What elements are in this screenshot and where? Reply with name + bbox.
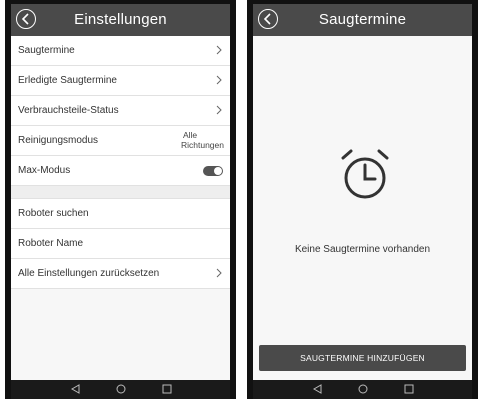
reinigungsmodus-value-line1: Alle: [182, 130, 198, 140]
schedule-app-bar: Saugtermine: [253, 4, 472, 36]
chevron-right-icon: [216, 268, 222, 278]
schedule-screen: Saugtermine Keine Saugtermine vorhanden …: [253, 4, 472, 380]
settings-item-label: Roboter suchen: [18, 208, 89, 219]
square-recent-icon[interactable]: [404, 384, 414, 394]
page-title: Einstellungen: [74, 11, 167, 28]
settings-item-reinigungsmodus[interactable]: Reinigungsmodus Alle Richtungen: [11, 126, 230, 156]
reinigungsmodus-value: Alle Richtungen: [181, 130, 224, 150]
settings-item-reset-all[interactable]: Alle Einstellungen zurücksetzen: [11, 259, 230, 289]
settings-item-max-modus: Max-Modus: [11, 156, 230, 186]
section-divider: [11, 186, 230, 199]
settings-item-label: Saugtermine: [18, 45, 75, 56]
settings-item-label: Reinigungsmodus: [18, 135, 99, 146]
settings-item-label: Alle Einstellungen zurücksetzen: [18, 268, 160, 279]
triangle-back-icon[interactable]: [71, 384, 81, 394]
alarm-clock-icon: [341, 149, 389, 199]
square-recent-icon[interactable]: [162, 384, 172, 394]
reinigungsmodus-value-line2: Richtungen: [180, 140, 224, 150]
settings-item-saugtermine[interactable]: Saugtermine: [11, 36, 230, 66]
settings-item-label: Erledigte Saugtermine: [18, 75, 117, 86]
toggle-knob: [214, 167, 222, 175]
chevron-right-icon: [216, 45, 222, 55]
chevron-right-icon: [216, 105, 222, 115]
circle-home-icon[interactable]: [358, 384, 368, 394]
settings-item-erledigte-saugtermine[interactable]: Erledigte Saugtermine: [11, 66, 230, 96]
settings-app-bar: Einstellungen: [11, 4, 230, 36]
max-modus-toggle[interactable]: [203, 166, 223, 176]
settings-item-roboter-name[interactable]: Roboter Name: [11, 229, 230, 259]
empty-message: Keine Saugtermine vorhanden: [294, 244, 431, 255]
add-schedule-button[interactable]: SAUGTERMINE HINZUFÜGEN: [259, 345, 466, 371]
android-nav-bar: [253, 380, 472, 399]
settings-screen: Einstellungen Saugtermine Erledigte Saug…: [11, 4, 230, 380]
triangle-back-icon[interactable]: [313, 384, 323, 394]
settings-list: Saugtermine Erledigte Saugtermine Verbra…: [11, 36, 230, 289]
settings-item-verbrauchsteile-status[interactable]: Verbrauchsteile-Status: [11, 96, 230, 126]
settings-item-roboter-suchen[interactable]: Roboter suchen: [11, 199, 230, 229]
settings-phone: Einstellungen Saugtermine Erledigte Saug…: [5, 0, 236, 399]
schedule-phone: Saugtermine Keine Saugtermine vorhanden …: [247, 0, 478, 399]
circle-home-icon[interactable]: [116, 384, 126, 394]
settings-item-label: Roboter Name: [18, 238, 84, 249]
settings-item-label: Verbrauchsteile-Status: [18, 105, 119, 116]
empty-state: [253, 36, 472, 380]
settings-item-label: Max-Modus: [18, 165, 71, 176]
chevron-right-icon: [216, 75, 222, 85]
page-title: Saugtermine: [318, 11, 407, 28]
android-nav-bar: [11, 380, 230, 399]
